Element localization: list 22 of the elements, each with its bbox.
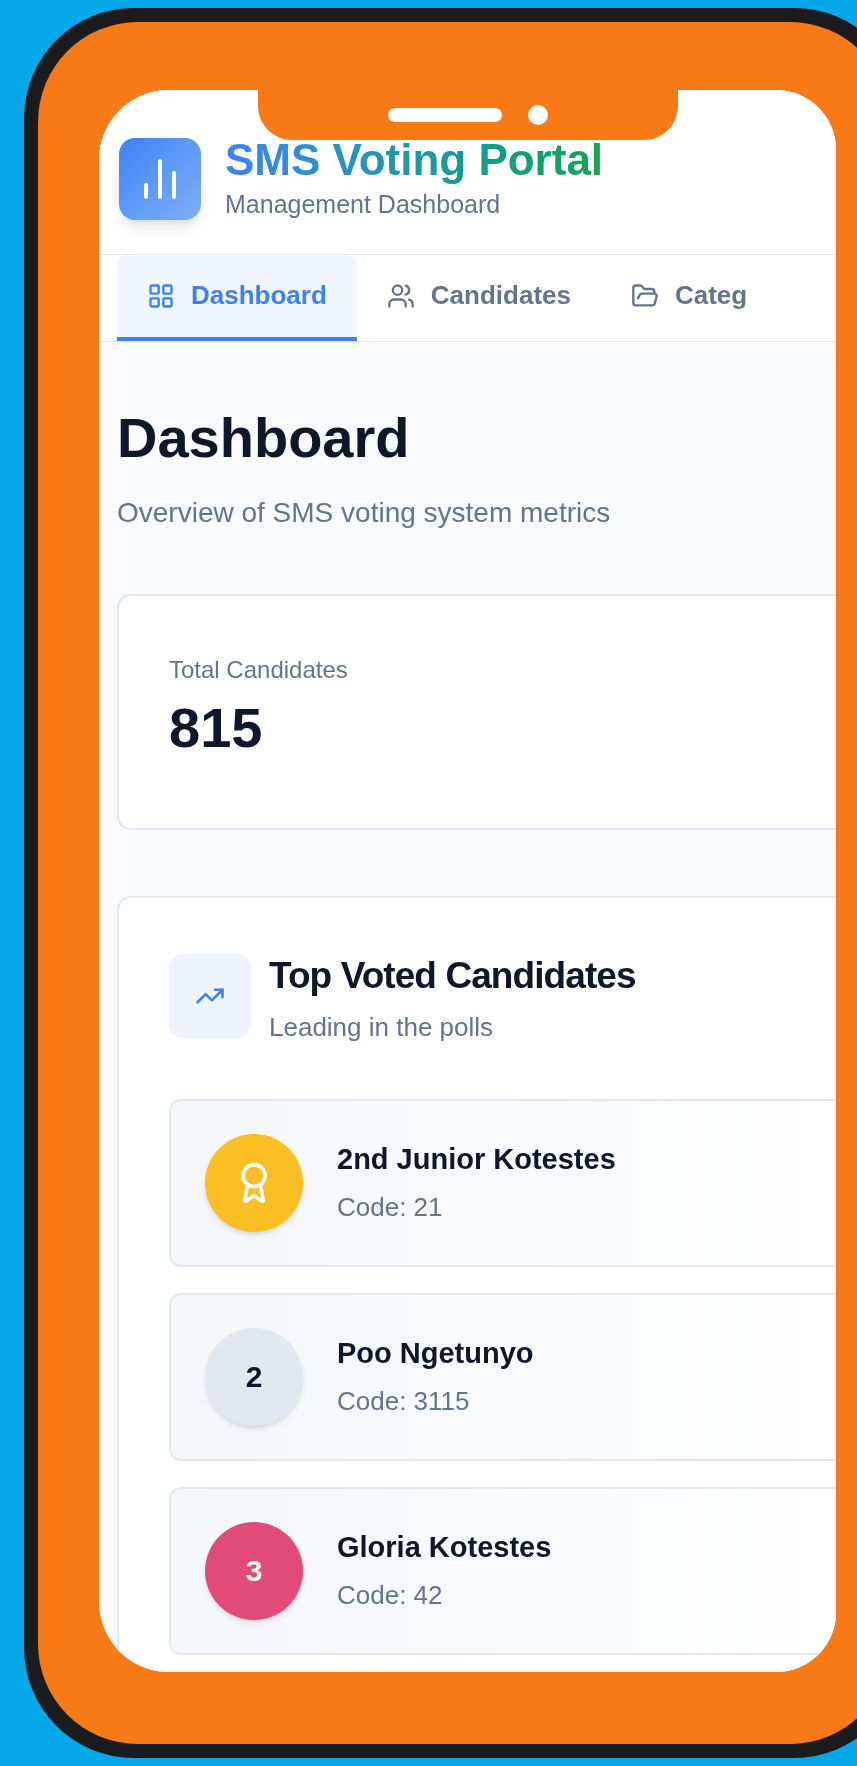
grid-icon: [147, 281, 175, 310]
nav-tab[interactable]: Categ: [600, 254, 778, 341]
section-subtitle: Leading in the polls: [269, 1010, 495, 1044]
page-title: Dashboard: [117, 405, 411, 470]
nav-tab[interactable]: Candidates: [356, 254, 601, 341]
candidate-row[interactable]: 2nd Junior Kotestes Code: 21: [169, 1098, 836, 1267]
users-icon: [386, 281, 415, 310]
candidate-name: 2nd Junior Kotestes: [337, 1142, 616, 1178]
page-subtitle: Overview of SMS voting system metrics: [117, 495, 612, 530]
candidate-row[interactable]: 2 Poo Ngetunyo Code: 3115: [169, 1292, 836, 1461]
stat-value: 815: [169, 695, 264, 760]
app-subtitle: Management Dashboard: [225, 189, 502, 220]
candidate-row[interactable]: 3 Gloria Kotestes Code: 42: [169, 1486, 836, 1655]
rank-number: 2: [245, 1359, 263, 1395]
candidate-name: Gloria Kotestes: [337, 1530, 552, 1566]
stat-label: Total Candidates: [169, 654, 349, 685]
candidate-code: Code: 3115: [337, 1384, 471, 1418]
candidate-code: Code: 42: [337, 1578, 444, 1612]
section-title: Top Voted Candidates: [269, 953, 636, 998]
rank-number: 3: [245, 1553, 263, 1589]
candidate-code: Code: 21: [337, 1190, 444, 1224]
candidate-name: Poo Ngetunyo: [337, 1336, 534, 1372]
